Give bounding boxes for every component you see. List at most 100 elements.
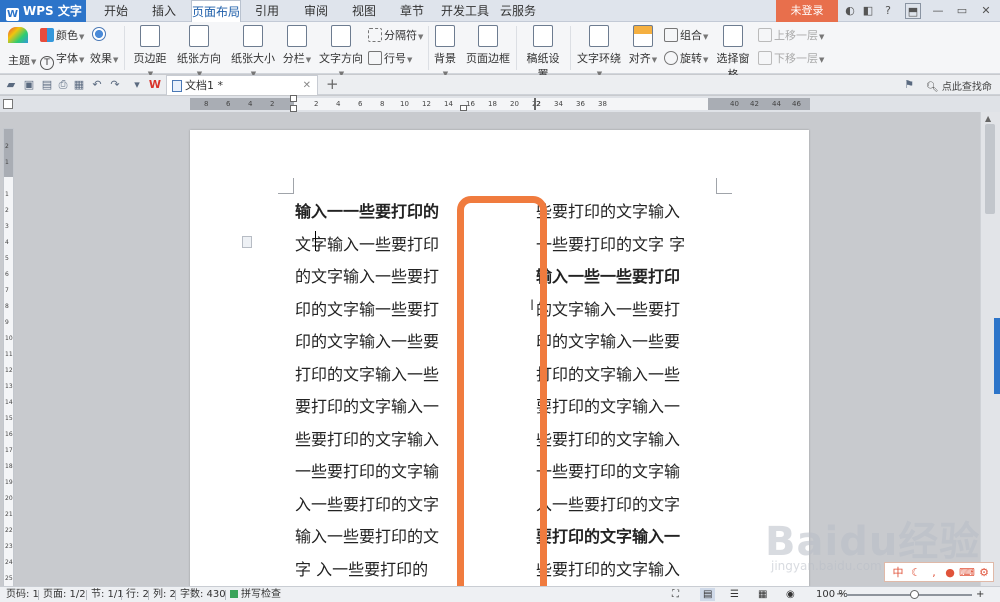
ruler-number: 8 bbox=[204, 100, 209, 108]
text-cursor bbox=[315, 231, 316, 251]
scroll-up-icon[interactable]: ▲ bbox=[985, 114, 991, 123]
chinese-input-icon[interactable]: 中 bbox=[891, 566, 905, 580]
text-line: 印的文字输入一些要 bbox=[536, 332, 681, 351]
separator-button[interactable]: 分隔符▼ bbox=[368, 27, 423, 43]
document-tab[interactable]: 文档1 * ✕ bbox=[166, 75, 318, 95]
tab-developer[interactable]: 开发工具 bbox=[440, 0, 490, 22]
margins-button[interactable]: 页边距▼ bbox=[132, 25, 168, 79]
restore-icon[interactable]: ⬒ bbox=[905, 3, 921, 19]
horizontal-ruler[interactable]: 8 6 4 2 2 4 6 8 10 12 14 16 18 20 22 2 3… bbox=[190, 95, 810, 112]
tab-review[interactable]: 审阅 bbox=[298, 0, 334, 22]
skin-icon[interactable]: ◐ bbox=[842, 3, 858, 19]
color-button[interactable]: 颜色▼ bbox=[40, 27, 84, 43]
align-button[interactable]: 对齐▼ bbox=[626, 25, 660, 66]
help-icon[interactable]: ? bbox=[880, 3, 896, 19]
paper-size-button[interactable]: 纸张大小▼ bbox=[228, 25, 278, 79]
watermark-subtext: jingyan.baidu.com bbox=[771, 559, 882, 573]
tab-start[interactable]: 开始 bbox=[98, 0, 134, 22]
tab-view[interactable]: 视图 bbox=[346, 0, 382, 22]
ruler-number: 2 bbox=[270, 100, 275, 108]
effect-button[interactable] bbox=[92, 27, 108, 41]
text-line: 要打印的文字输入一 bbox=[536, 527, 681, 546]
paragraph-layout-icon[interactable] bbox=[242, 236, 252, 248]
add-tab-icon[interactable]: + bbox=[326, 75, 339, 94]
feedback-icon[interactable]: ⚑ bbox=[902, 78, 916, 92]
close-icon[interactable]: ✕ bbox=[978, 3, 994, 19]
maximize-icon[interactable]: ▭ bbox=[954, 3, 970, 19]
rotate-icon bbox=[664, 51, 678, 65]
selection-pane-button[interactable]: 选择窗格 bbox=[712, 25, 754, 82]
font-button[interactable]: T 字体▼ bbox=[40, 50, 84, 70]
text-wrap-button[interactable]: 文字环绕▼ bbox=[574, 25, 624, 79]
page-view-icon[interactable]: ▤ bbox=[700, 588, 716, 601]
customize-dropdown-icon[interactable]: ▾ bbox=[130, 78, 144, 92]
wps-home-icon[interactable]: W bbox=[148, 78, 162, 92]
page-border-button[interactable]: 页面边框 bbox=[466, 25, 510, 66]
text-column-left[interactable]: 输入一一些要打印的 文字输入一些要打印 的文字输入一些要打 印的文字输一些要打 … bbox=[295, 196, 465, 586]
left-indent-marker[interactable] bbox=[290, 105, 297, 112]
text-column-right[interactable]: 些要打印的文字输入 一些要打印的文字 字 输入一些一些要打印 的文字输入一些要打… bbox=[536, 196, 712, 586]
spell-check-toggle[interactable]: 拼写检查 bbox=[230, 588, 281, 601]
check-icon bbox=[230, 590, 238, 598]
status-word-count[interactable]: 字数: 430 bbox=[180, 588, 226, 601]
ruler-number: 1 bbox=[5, 191, 9, 198]
text-line: 打印的文字输入一些 bbox=[536, 364, 681, 384]
theme-label[interactable]: 主题▼ bbox=[8, 52, 36, 68]
redo-icon[interactable]: ↷ bbox=[108, 78, 122, 92]
eye-protection-icon[interactable]: ◉ bbox=[786, 588, 795, 601]
orientation-icon bbox=[189, 25, 209, 47]
zoom-slider-handle[interactable] bbox=[910, 590, 919, 599]
login-button[interactable]: 未登录 bbox=[776, 0, 838, 22]
send-backward-button[interactable]: 下移一层▼ bbox=[758, 50, 824, 66]
zoom-out-icon[interactable]: − bbox=[836, 588, 844, 601]
save-icon[interactable]: ▣ bbox=[22, 78, 36, 92]
fullscreen-view-icon[interactable]: ⛶ bbox=[672, 588, 679, 601]
background-button[interactable]: 背景▼ bbox=[432, 25, 458, 79]
effect-label[interactable]: 效果▼ bbox=[90, 50, 118, 66]
draft-paper-button[interactable]: 稿纸设置 bbox=[522, 25, 564, 82]
punctuation-icon[interactable]: , bbox=[927, 566, 941, 580]
margin-corner bbox=[716, 178, 732, 194]
divider bbox=[86, 590, 87, 600]
right-indent-marker[interactable] bbox=[460, 105, 467, 111]
line-number-button[interactable]: 行号▼ bbox=[368, 50, 412, 66]
zoom-in-icon[interactable]: + bbox=[976, 588, 984, 601]
tab-chapter[interactable]: 章节 bbox=[394, 0, 430, 22]
first-line-indent-marker[interactable] bbox=[290, 95, 297, 102]
vertical-ruler[interactable]: 2 1 1 2 3 4 5 6 7 8 9 10 11 12 13 14 15 … bbox=[3, 128, 14, 590]
share-icon[interactable]: ◧ bbox=[860, 3, 876, 19]
web-view-icon[interactable]: ▦ bbox=[758, 588, 767, 601]
paper-size-icon bbox=[243, 25, 263, 47]
print-icon[interactable]: ⎙ bbox=[56, 78, 70, 92]
keyboard-icon[interactable]: ⌨ bbox=[959, 566, 975, 580]
minimize-icon[interactable]: — bbox=[930, 3, 946, 19]
undo-icon[interactable]: ↶ bbox=[90, 78, 104, 92]
tab-insert[interactable]: 插入 bbox=[146, 0, 182, 22]
ribbon: 主题▼ 颜色▼ T 字体▼ 效果▼ 页边距▼ 纸张方向▼ 纸张大小▼ 分栏▼ 文字… bbox=[0, 22, 1000, 81]
export-pdf-icon[interactable]: ▤ bbox=[40, 78, 54, 92]
side-panel-toggle[interactable] bbox=[994, 318, 1000, 394]
tab-page-layout[interactable]: 页面布局 bbox=[191, 0, 241, 23]
moon-icon[interactable]: ☾ bbox=[909, 566, 923, 580]
outline-view-icon[interactable]: ☰ bbox=[730, 588, 739, 601]
tab-stop-selector[interactable] bbox=[3, 99, 13, 109]
tab-cloud[interactable]: 云服务 bbox=[496, 0, 540, 22]
group-button[interactable]: 组合▼ bbox=[664, 27, 708, 43]
bring-forward-button[interactable]: 上移一层▼ bbox=[758, 27, 824, 43]
mic-icon[interactable]: ● bbox=[943, 566, 957, 580]
open-icon[interactable]: ▰ bbox=[4, 78, 18, 92]
columns-button[interactable]: 分栏▼ bbox=[282, 25, 312, 66]
theme-button[interactable] bbox=[8, 27, 30, 43]
rotate-button[interactable]: 旋转▼ bbox=[664, 50, 708, 66]
zoom-slider[interactable] bbox=[846, 594, 972, 596]
close-icon[interactable]: ✕ bbox=[303, 76, 311, 95]
bring-forward-icon bbox=[758, 28, 772, 42]
scrollbar-thumb[interactable] bbox=[985, 124, 995, 214]
text-line: 输入一些一些要打印 bbox=[536, 267, 681, 286]
tab-references[interactable]: 引用 bbox=[249, 0, 285, 22]
orientation-button[interactable]: 纸张方向▼ bbox=[174, 25, 224, 79]
gear-icon[interactable]: ⚙ bbox=[977, 566, 991, 580]
app-menu-button[interactable]: WWPS 文字▼ bbox=[0, 0, 86, 39]
print-preview-icon[interactable]: ▦ bbox=[72, 78, 86, 92]
text-direction-button[interactable]: 文字方向▼ bbox=[316, 25, 366, 79]
